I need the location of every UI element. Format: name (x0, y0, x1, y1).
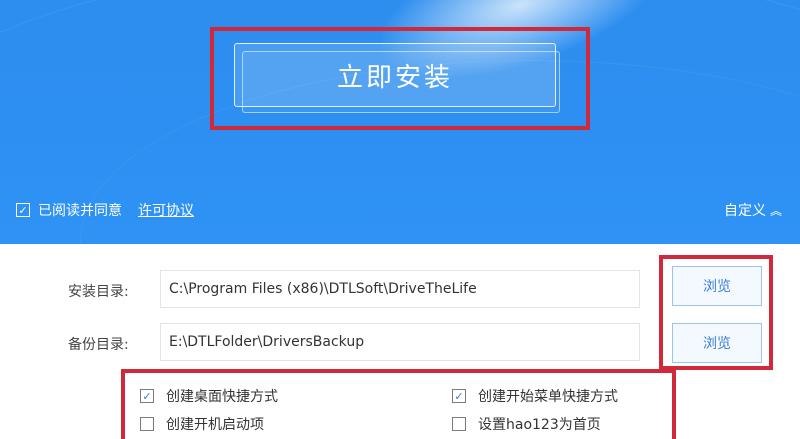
custom-toggle[interactable]: 自定义 ︽ (724, 200, 782, 220)
agree-checkbox[interactable]: ✓ (16, 203, 30, 217)
chevron-up-icon: ︽ (769, 203, 782, 218)
hao123-homepage-checkbox[interactable] (452, 417, 466, 431)
install-dir-input[interactable]: C:\Program Files (x86)\DTLSoft\DriveTheL… (160, 270, 640, 308)
option-label: 创建开机启动项 (166, 417, 264, 433)
option-startup-item[interactable]: 创建开机启动项 (140, 414, 264, 434)
option-start-menu-shortcut[interactable]: ✓ 创建开始菜单快捷方式 (452, 386, 618, 406)
startup-item-checkbox[interactable] (140, 417, 154, 431)
option-label: 创建桌面快捷方式 (166, 389, 278, 405)
option-label: 设置hao123为首页 (478, 417, 601, 433)
start-menu-shortcut-checkbox[interactable]: ✓ (452, 389, 466, 403)
desktop-shortcut-checkbox[interactable]: ✓ (140, 389, 154, 403)
option-label: 创建开始菜单快捷方式 (478, 389, 618, 405)
highlight-install-button (210, 27, 590, 130)
option-hao123-homepage[interactable]: 设置hao123为首页 (452, 414, 601, 434)
backup-dir-label: 备份目录: (68, 337, 129, 353)
option-desktop-shortcut[interactable]: ✓ 创建桌面快捷方式 (140, 386, 278, 406)
browse-backup-dir-button[interactable]: 浏览 (672, 323, 762, 363)
license-link[interactable]: 许可协议 (138, 200, 194, 220)
backup-dir-input[interactable]: E:\DTLFolder\DriversBackup (160, 323, 640, 361)
browse-install-dir-button[interactable]: 浏览 (672, 266, 762, 306)
custom-label: 自定义 (723, 203, 766, 219)
install-dir-label: 安装目录: (68, 284, 129, 300)
agree-label: 已阅读并同意 (38, 203, 122, 219)
agree-row: ✓ 已阅读并同意 许可协议 (16, 200, 194, 220)
